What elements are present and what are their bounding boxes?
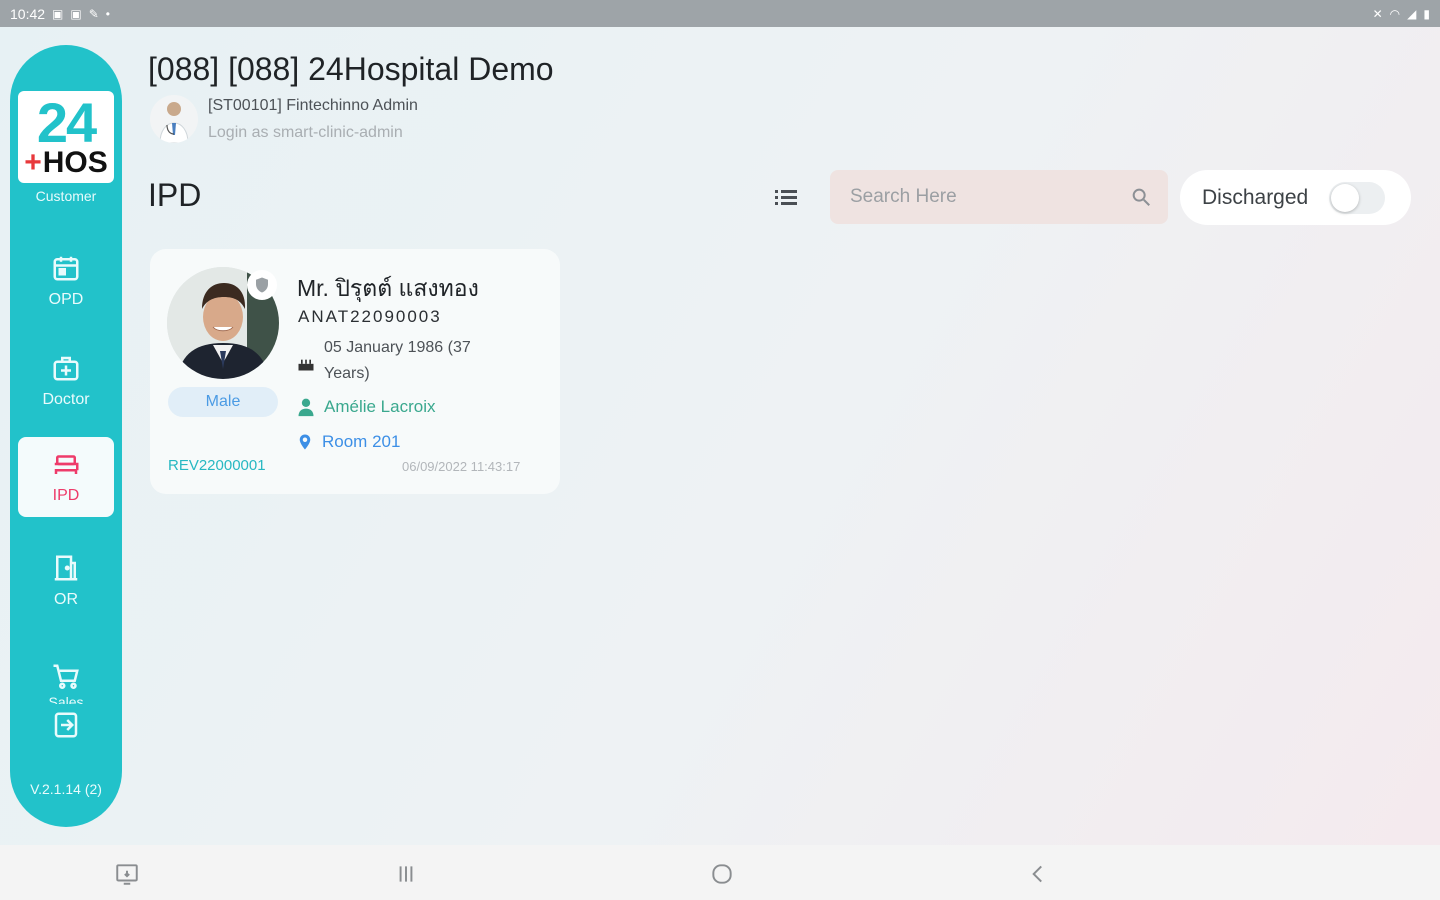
app-version: V.2.1.14 (2) — [30, 781, 102, 797]
discharged-label: Discharged — [1202, 185, 1309, 209]
medical-bag-icon — [53, 356, 79, 381]
logo-text: + HOS — [24, 146, 108, 179]
bed-icon — [54, 455, 79, 474]
shield-icon — [256, 277, 268, 293]
dot-icon: • — [105, 6, 110, 21]
room-name: Room 201 — [322, 432, 401, 451]
list-view-icon[interactable] — [772, 185, 800, 209]
image-icon: ▣ — [70, 6, 82, 21]
screenshot-icon[interactable] — [114, 861, 140, 887]
shield-badge — [247, 270, 277, 300]
hospital-title: [088] [088] 24Hospital Demo — [148, 51, 554, 87]
doctor-name: Amélie Lacroix — [324, 397, 436, 416]
sidebar-item-doctor[interactable]: Doctor — [18, 341, 114, 421]
cart-icon — [53, 664, 79, 689]
home-icon[interactable] — [709, 861, 735, 887]
logo-plus: + — [24, 146, 42, 179]
wifi-icon: ◠ — [1389, 6, 1401, 21]
logo-number: 24 — [36, 91, 97, 154]
status-time: 10:42 — [10, 5, 46, 22]
discharged-filter: Discharged — [1180, 170, 1411, 225]
logo-hos: HOS — [42, 146, 108, 179]
sidebar-item-label: OR — [54, 591, 78, 608]
sidebar-item-or[interactable]: OR — [18, 541, 114, 621]
dob-row: 05 January 1986 (37 Years) — [296, 335, 504, 387]
door-icon — [54, 555, 78, 581]
rev-code: REV22000001 — [168, 457, 266, 474]
doctor-avatar-icon — [159, 102, 189, 143]
discharged-toggle[interactable] — [1329, 181, 1385, 214]
birthday-cake-icon — [298, 359, 314, 371]
app-main: 24 + HOS Customer OPD Doctor IPD OR Sale… — [0, 27, 1440, 845]
patient-dob: 05 January 1986 (37 Years) — [324, 339, 471, 382]
patient-name: Mr. ปิรุตต์ แสงทอง — [297, 275, 479, 301]
sidebar-item-label: Doctor — [42, 391, 90, 408]
sidebar: 24 + HOS Customer OPD Doctor IPD OR Sale… — [10, 45, 122, 827]
image-icon: ▣ — [52, 6, 64, 21]
back-icon[interactable] — [1025, 861, 1051, 887]
doctor-icon — [298, 398, 314, 417]
avatar[interactable] — [150, 95, 198, 143]
sidebar-item-label: Sales — [48, 694, 84, 704]
signal-icon: ◢ — [1407, 6, 1417, 21]
sidebar-item-opd[interactable]: OPD — [18, 241, 114, 321]
admission-timestamp: 06/09/2022 11:43:17 — [402, 459, 521, 474]
room-row: Room 201 — [296, 431, 400, 453]
search-bar — [830, 170, 1168, 224]
status-bar: 10:42 ▣ ▣ ✎ • ✕ ◠ ◢ ▮ — [0, 0, 1440, 27]
user-name: [ST00101] Fintechinno Admin — [208, 97, 418, 114]
toggle-knob — [1331, 183, 1359, 212]
calendar-icon — [53, 256, 79, 281]
system-nav-bar — [0, 845, 1440, 900]
doctor-row: Amélie Lacroix — [296, 396, 436, 418]
gender-badge: Male — [168, 387, 278, 417]
customer-label: Customer — [35, 188, 97, 204]
battery-icon: ▮ — [1423, 6, 1430, 21]
patient-id: ANAT22090003 — [298, 307, 442, 326]
mute-icon: ✕ — [1372, 6, 1383, 21]
search-icon[interactable] — [1130, 186, 1152, 208]
search-input[interactable] — [848, 185, 1130, 209]
location-pin-icon — [299, 434, 311, 450]
edit-icon: ✎ — [88, 6, 99, 21]
page-title: IPD — [148, 177, 202, 213]
sidebar-item-label: IPD — [52, 487, 80, 504]
app-logo: 24 + HOS — [18, 91, 114, 183]
login-as-text: Login as smart-clinic-admin — [208, 124, 403, 141]
recent-apps-icon[interactable] — [393, 861, 419, 887]
sidebar-item-ipd[interactable]: IPD — [18, 437, 114, 517]
sidebar-item-label: OPD — [48, 291, 84, 308]
patient-card[interactable]: Male Mr. ปิรุตต์ แสงทอง ANAT22090003 05 … — [150, 249, 560, 494]
logout-icon[interactable] — [51, 710, 81, 740]
